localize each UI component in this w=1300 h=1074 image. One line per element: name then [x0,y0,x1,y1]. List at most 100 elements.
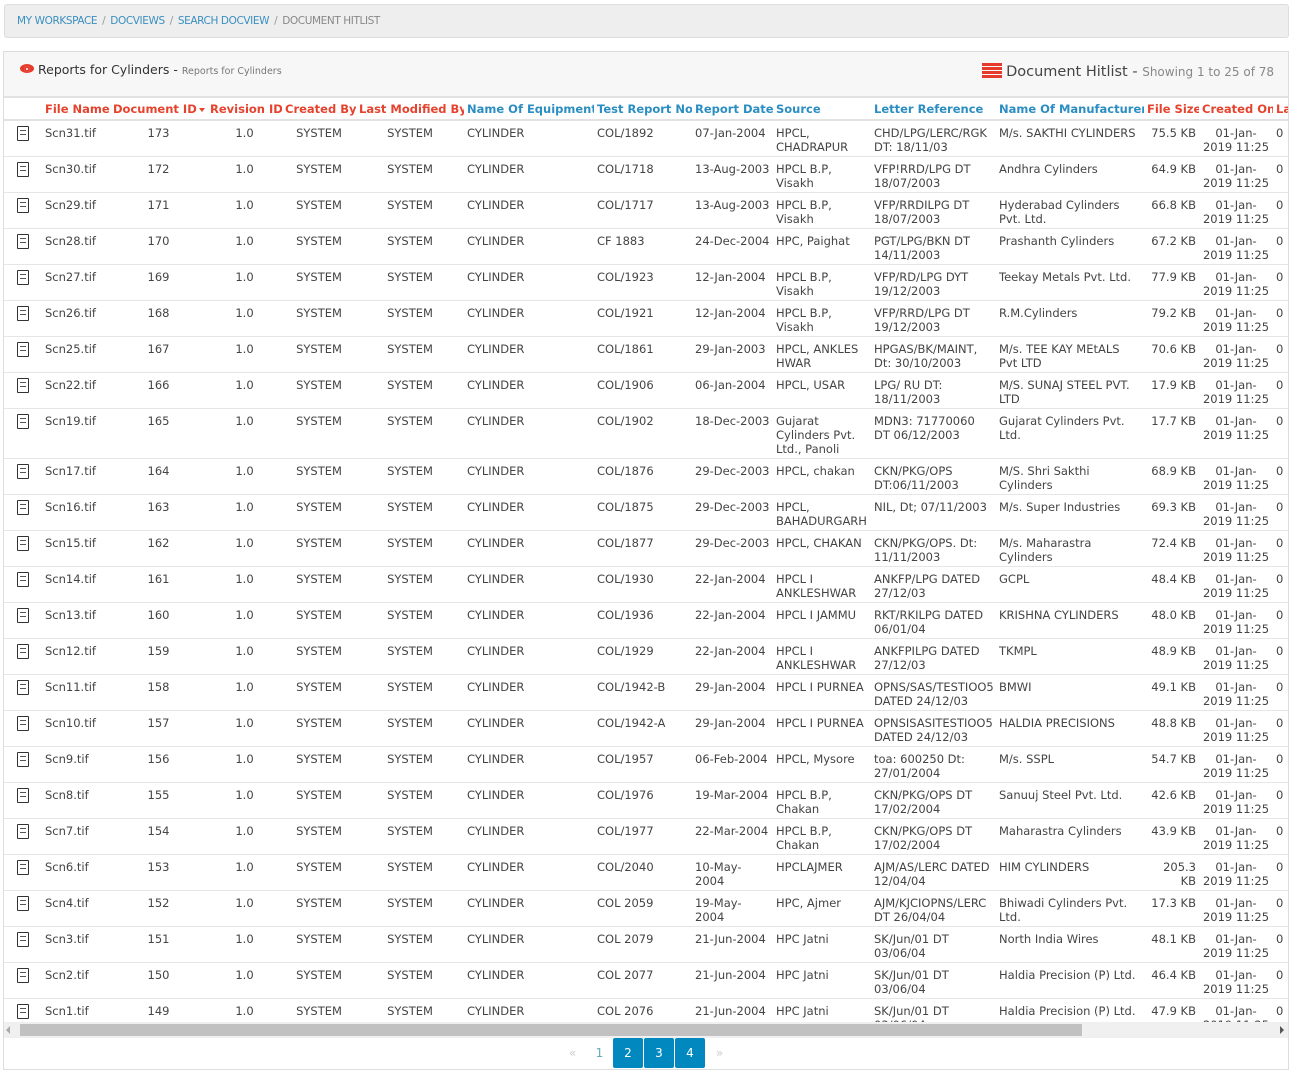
document-icon[interactable] [17,464,29,479]
document-icon[interactable] [17,500,29,515]
document-icon[interactable] [17,680,29,695]
table-row[interactable]: Scn15.tif 162 1.0 SYSTEM SYSTEM CYLINDER COL/1… [4,530,1288,567]
table-row[interactable]: Scn17.tif 164 1.0 SYSTEM SYSTEM CYLINDER COL/1… [4,458,1288,495]
table-row[interactable]: Scn3.tif 151 1.0 SYSTEM SYSTEM CYLINDER COL 20… [4,926,1288,963]
document-icon[interactable] [17,234,29,249]
document-icon[interactable] [17,608,29,623]
document-icon[interactable] [17,306,29,321]
col-header-source[interactable]: Source [773,98,871,121]
col-header-created-by[interactable]: Created By [282,98,356,121]
document-icon[interactable] [17,752,29,767]
document-icon[interactable] [17,198,29,213]
page-2-button[interactable]: 2 [613,1038,643,1068]
table-row[interactable]: Scn22.tif 166 1.0 SYSTEM SYSTEM CYLINDER COL/1… [4,372,1288,409]
col-header-equipment[interactable]: Name Of Equipment [464,98,594,121]
cell-file-name[interactable]: Scn28.tif [42,228,110,265]
col-header-last-modified-by[interactable]: Last Modified By [356,98,464,121]
document-icon[interactable] [17,270,29,285]
cell-file-name[interactable]: Scn12.tif [42,638,110,675]
table-row[interactable]: Scn29.tif 171 1.0 SYSTEM SYSTEM CYLINDER COL/1… [4,192,1288,229]
page-4-button[interactable]: 4 [675,1038,705,1068]
table-row[interactable]: Scn6.tif 153 1.0 SYSTEM SYSTEM CYLINDER COL/20… [4,854,1288,891]
page-1-button[interactable]: 1 [587,1038,613,1068]
cell-file-name[interactable]: Scn27.tif [42,264,110,301]
cell-file-name[interactable]: Scn26.tif [42,300,110,337]
table-row[interactable]: Scn30.tif 172 1.0 SYSTEM SYSTEM CYLINDER COL/1… [4,156,1288,193]
table-row[interactable]: Scn7.tif 154 1.0 SYSTEM SYSTEM CYLINDER COL/19… [4,818,1288,855]
cell-file-name[interactable]: Scn25.tif [42,336,110,373]
col-header-file-size[interactable]: File Size [1144,98,1199,121]
cell-file-name[interactable]: Scn10.tif [42,710,110,747]
document-icon[interactable] [17,824,29,839]
col-header-revision-id[interactable]: Revision ID [207,98,282,121]
col-header-manufacturer[interactable]: Name Of Manufacturer [996,98,1144,121]
table-row[interactable]: Scn1.tif 149 1.0 SYSTEM SYSTEM CYLINDER COL 20… [4,998,1288,1022]
cell-file-name[interactable]: Scn22.tif [42,372,110,409]
document-icon[interactable] [17,342,29,357]
document-icon[interactable] [17,414,29,429]
document-icon[interactable] [17,1004,29,1019]
breadcrumb-my-workspace[interactable]: MY WORKSPACE [17,15,98,27]
document-icon[interactable] [17,968,29,983]
col-header-report-date[interactable]: Report Date [692,98,773,121]
horizontal-scrollbar[interactable] [4,1022,1288,1038]
table-row[interactable]: Scn31.tif 173 1.0 SYSTEM SYSTEM CYLINDER COL/1… [4,120,1288,157]
table-row[interactable]: Scn9.tif 156 1.0 SYSTEM SYSTEM CYLINDER COL/19… [4,746,1288,783]
cell-file-name[interactable]: Scn1.tif [42,998,110,1022]
cell-file-name[interactable]: Scn31.tif [42,120,110,157]
document-icon[interactable] [17,896,29,911]
document-icon[interactable] [17,788,29,803]
col-header-file-name[interactable]: File Name [42,98,110,121]
table-row[interactable]: Scn2.tif 150 1.0 SYSTEM SYSTEM CYLINDER COL 20… [4,962,1288,999]
cell-file-name[interactable]: Scn16.tif [42,494,110,531]
table-row[interactable]: Scn28.tif 170 1.0 SYSTEM SYSTEM CYLINDER CF 18… [4,228,1288,265]
cell-file-name[interactable]: Scn14.tif [42,566,110,603]
document-icon[interactable] [17,572,29,587]
scroll-left-icon[interactable] [6,1026,10,1034]
table-row[interactable]: Scn13.tif 160 1.0 SYSTEM SYSTEM CYLINDER COL/1… [4,602,1288,639]
document-icon[interactable] [17,536,29,551]
col-header-test-report-no[interactable]: Test Report No [594,98,692,121]
cell-file-name[interactable]: Scn17.tif [42,458,110,495]
table-row[interactable]: Scn27.tif 169 1.0 SYSTEM SYSTEM CYLINDER COL/1… [4,264,1288,301]
cell-file-name[interactable]: Scn2.tif [42,962,110,999]
cell-file-name[interactable]: Scn30.tif [42,156,110,193]
page-3-button[interactable]: 3 [644,1038,674,1068]
cell-file-name[interactable]: Scn11.tif [42,674,110,711]
cell-file-name[interactable]: Scn6.tif [42,854,110,891]
table-row[interactable]: Scn25.tif 167 1.0 SYSTEM SYSTEM CYLINDER COL/1… [4,336,1288,373]
document-icon[interactable] [17,644,29,659]
scroll-right-icon[interactable] [1280,1026,1284,1034]
document-icon[interactable] [17,860,29,875]
cell-file-name[interactable]: Scn4.tif [42,890,110,927]
table-row[interactable]: Scn8.tif 155 1.0 SYSTEM SYSTEM CYLINDER COL/19… [4,782,1288,819]
table-row[interactable]: Scn11.tif 158 1.0 SYSTEM SYSTEM CYLINDER COL/1… [4,674,1288,711]
document-icon[interactable] [17,716,29,731]
breadcrumb-docviews[interactable]: DOCVIEWS [110,15,165,27]
col-header-letter-reference[interactable]: Letter Reference [871,98,996,121]
document-icon[interactable] [17,126,29,141]
cell-file-name[interactable]: Scn19.tif [42,408,110,459]
cell-file-name[interactable]: Scn29.tif [42,192,110,229]
table-row[interactable]: Scn4.tif 152 1.0 SYSTEM SYSTEM CYLINDER COL 20… [4,890,1288,927]
table-row[interactable]: Scn19.tif 165 1.0 SYSTEM SYSTEM CYLINDER COL/1… [4,408,1288,459]
table-row[interactable]: Scn16.tif 163 1.0 SYSTEM SYSTEM CYLINDER COL/1… [4,494,1288,531]
cell-file-name[interactable]: Scn13.tif [42,602,110,639]
cell-file-name[interactable]: Scn8.tif [42,782,110,819]
col-header-created-on[interactable]: Created On [1199,98,1273,121]
table-row[interactable]: Scn14.tif 161 1.0 SYSTEM SYSTEM CYLINDER COL/1… [4,566,1288,603]
cell-file-name[interactable]: Scn3.tif [42,926,110,963]
table-row[interactable]: Scn10.tif 157 1.0 SYSTEM SYSTEM CYLINDER COL/1… [4,710,1288,747]
col-header-document-id[interactable]: Document ID [110,98,207,121]
document-icon[interactable] [17,378,29,393]
table-row[interactable]: Scn12.tif 159 1.0 SYSTEM SYSTEM CYLINDER COL/1… [4,638,1288,675]
document-icon[interactable] [17,932,29,947]
prev-page-button[interactable]: « [559,1038,587,1068]
cell-file-name[interactable]: Scn15.tif [42,530,110,567]
scrollbar-thumb[interactable] [20,1024,1082,1036]
next-page-button[interactable]: » [706,1038,734,1068]
breadcrumb-search-docview[interactable]: SEARCH DOCVIEW [178,15,270,27]
document-icon[interactable] [17,162,29,177]
cell-file-name[interactable]: Scn9.tif [42,746,110,783]
cell-file-name[interactable]: Scn7.tif [42,818,110,855]
